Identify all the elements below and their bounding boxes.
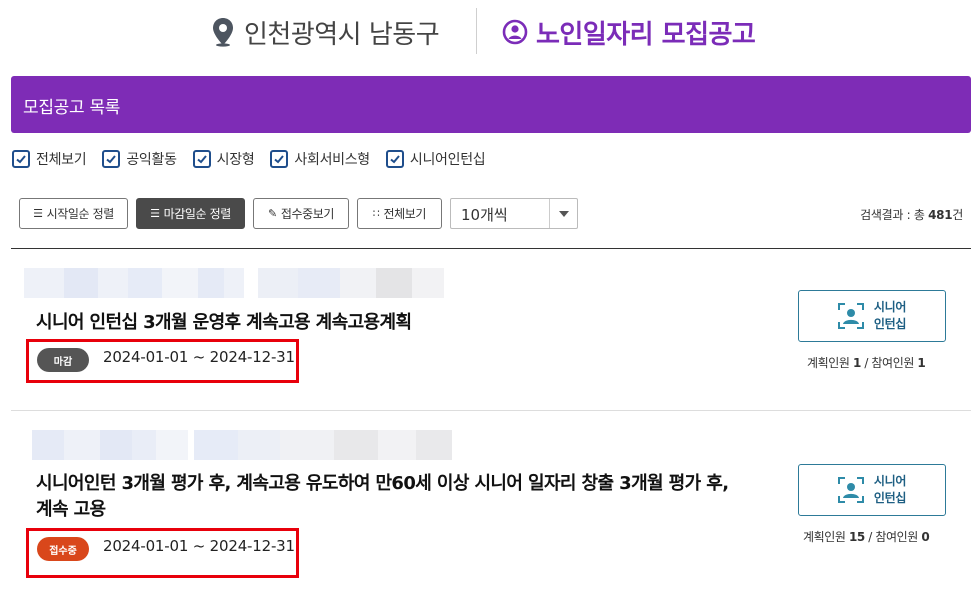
checkbox[interactable]: [102, 150, 121, 168]
check-icon: [16, 155, 26, 164]
header-divider: [476, 8, 477, 54]
page-size-select[interactable]: 10개씩: [450, 198, 578, 229]
button-label: 전체보기: [383, 207, 427, 221]
recruit-counts: 계획인원 15 / 참여인원 0: [803, 530, 930, 544]
filter-label: 전체보기: [36, 152, 87, 168]
region-name: 인천광역시 남동구: [244, 19, 440, 50]
highlight-box: [26, 528, 299, 578]
button-label: 마감일순 정렬: [163, 207, 232, 221]
banner-title: 모집공고 목록: [23, 98, 121, 118]
filter-social-service[interactable]: 사회서비스형: [270, 149, 370, 169]
checkbox[interactable]: [270, 150, 289, 168]
page-size-value: 10개씩: [461, 206, 508, 224]
show-all-button[interactable]: ∷ 전체보기: [357, 198, 442, 229]
recruit-counts: 계획인원 1 / 참여인원 1: [807, 356, 926, 370]
search-result-count: 검색결과 : 총 481건: [860, 208, 963, 222]
filter-market-type[interactable]: 시장형: [192, 149, 255, 169]
pencil-icon: ✎: [267, 207, 277, 220]
show-open-button[interactable]: ✎ 접수중보기: [253, 198, 349, 229]
redacted-org-name: [32, 430, 452, 460]
highlight-box: [26, 339, 299, 383]
post-title[interactable]: 시니어 인턴십 3개월 운영후 계속고용 계속고용계획: [36, 310, 412, 336]
filter-label: 사회서비스형: [294, 152, 370, 168]
person-circle-icon: [502, 19, 528, 45]
filter-label: 시장형: [216, 152, 255, 168]
button-label: 접수중보기: [280, 207, 335, 221]
region-selector[interactable]: 인천광역시 남동구: [212, 12, 440, 52]
joined-count: 1: [917, 356, 926, 370]
type-label: 시니어 인턴십: [873, 474, 907, 505]
page-heading: 노인일자리 모집공고: [502, 12, 756, 52]
location-pin-icon: [213, 18, 233, 47]
result-count: 481: [928, 208, 953, 222]
category-filters: 전체보기 공익활동 시장형 사회서비스형 시니어인턴십: [12, 148, 501, 170]
filter-public-activity[interactable]: 공익활동: [102, 149, 177, 169]
list-top-rule: [11, 248, 971, 249]
list-icon: ☰: [33, 207, 43, 220]
list-banner: 모집공고 목록: [11, 76, 971, 133]
button-label: 시작일순 정렬: [46, 207, 115, 221]
planned-count: 15: [848, 530, 865, 544]
person-frame-icon: [837, 477, 864, 503]
filter-label: 공익활동: [126, 152, 177, 168]
list-icon: ☰: [150, 207, 160, 220]
list-divider: [11, 410, 971, 411]
filter-senior-internship[interactable]: 시니어인턴십: [385, 149, 486, 169]
checkbox[interactable]: [385, 150, 404, 168]
type-label: 시니어 인턴십: [873, 300, 907, 331]
post-title[interactable]: 시니어인턴 3개월 평가 후, 계속고용 유도하여 만60세 이상 시니어 일자…: [36, 471, 729, 523]
site-header: 인천광역시 남동구 노인일자리 모집공고: [0, 0, 978, 66]
grid-icon: ∷: [372, 207, 380, 220]
person-frame-icon: [837, 303, 864, 329]
checkbox[interactable]: [192, 150, 211, 168]
check-icon: [106, 155, 117, 164]
planned-count: 1: [852, 356, 861, 370]
redacted-org-name: [24, 268, 444, 298]
chevron-down-icon: [549, 199, 577, 228]
sort-by-end-button[interactable]: ☰ 마감일순 정렬: [136, 198, 245, 229]
page-title: 노인일자리 모집공고: [536, 19, 756, 50]
type-senior-internship-button[interactable]: 시니어 인턴십: [798, 464, 946, 516]
check-icon: [274, 155, 285, 164]
filter-all[interactable]: 전체보기: [12, 149, 87, 169]
joined-count: 0: [921, 530, 930, 544]
checkbox[interactable]: [12, 150, 30, 168]
filter-label: 시니어인턴십: [409, 152, 486, 168]
check-icon: [390, 155, 400, 164]
type-senior-internship-button[interactable]: 시니어 인턴십: [798, 290, 946, 342]
check-icon: [197, 155, 207, 164]
sort-by-start-button[interactable]: ☰ 시작일순 정렬: [19, 198, 128, 229]
